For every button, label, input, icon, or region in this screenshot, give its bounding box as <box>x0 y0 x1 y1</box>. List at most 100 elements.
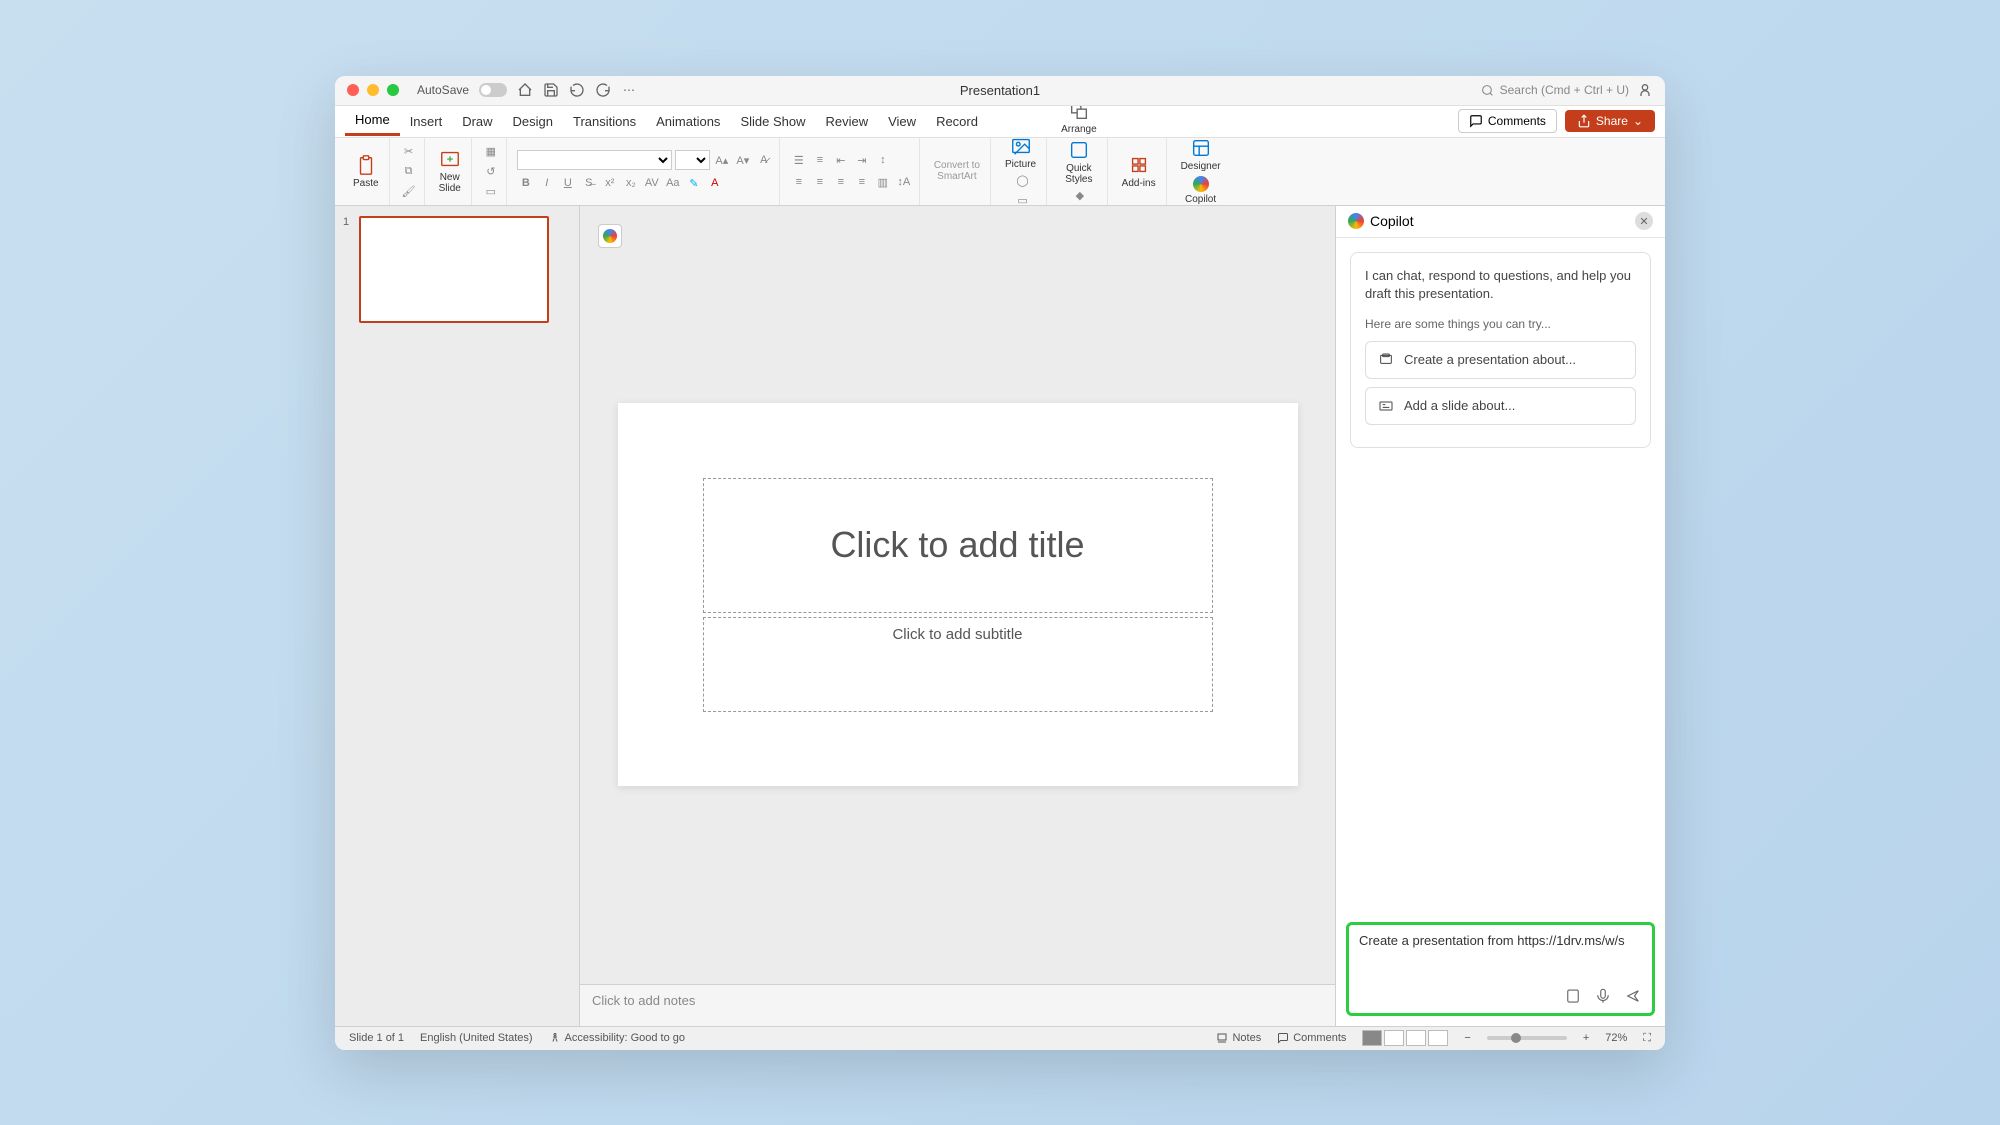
microphone-icon[interactable] <box>1594 987 1612 1005</box>
redo-icon[interactable] <box>595 82 611 98</box>
tab-insert[interactable]: Insert <box>400 108 453 135</box>
copilot-suggestion-add-slide[interactable]: Add a slide about... <box>1365 387 1636 425</box>
reset-icon[interactable]: ↺ <box>482 162 500 180</box>
attachment-icon[interactable] <box>1564 987 1582 1005</box>
slide-thumbnail[interactable]: 1 <box>343 216 571 323</box>
justify-button[interactable]: ≡ <box>853 173 871 191</box>
copilot-suggestion-create[interactable]: Create a presentation about... <box>1365 341 1636 379</box>
zoom-level[interactable]: 72% <box>1605 1032 1627 1044</box>
send-icon[interactable] <box>1624 987 1642 1005</box>
tab-record[interactable]: Record <box>926 108 988 135</box>
slide-counter: Slide 1 of 1 <box>349 1032 404 1044</box>
share-button[interactable]: Share ⌄ <box>1565 110 1655 132</box>
shape-fill-icon[interactable]: ◆ <box>1071 187 1089 205</box>
font-size-select[interactable] <box>675 150 710 170</box>
change-case-button[interactable]: Aa <box>664 174 682 192</box>
fit-to-window-button[interactable]: ⛶ <box>1643 1032 1651 1045</box>
tab-view[interactable]: View <box>878 108 926 135</box>
decrease-indent-button[interactable]: ⇤ <box>832 151 850 169</box>
copilot-ribbon-button[interactable]: Copilot <box>1181 174 1220 207</box>
zoom-out-button[interactable]: − <box>1464 1032 1470 1044</box>
clear-format-icon[interactable]: A̷ <box>755 151 773 169</box>
tab-review[interactable]: Review <box>815 108 878 135</box>
tab-draw[interactable]: Draw <box>452 108 502 135</box>
more-icon[interactable]: ⋯ <box>621 82 637 98</box>
search-box[interactable]: Search (Cmd + Ctrl + U) <box>1481 83 1629 97</box>
copilot-hint: Here are some things you can try... <box>1365 317 1636 331</box>
italic-button[interactable]: I <box>538 174 556 192</box>
slide[interactable]: Click to add title Click to add subtitle <box>618 403 1298 786</box>
zoom-slider[interactable] <box>1487 1036 1567 1040</box>
subscript-button[interactable]: x₂ <box>622 174 640 192</box>
highlight-button[interactable]: ✎ <box>685 174 703 192</box>
reading-view-button[interactable] <box>1406 1030 1426 1046</box>
ribbon: Paste ✂ ⧉ 🖌 New Slide ▦ ↺ ▭ <box>335 138 1665 206</box>
copy-icon[interactable]: ⧉ <box>400 162 418 180</box>
numbering-button[interactable]: ≡ <box>811 151 829 169</box>
comments-button[interactable]: Comments <box>1458 109 1557 133</box>
convert-smartart-button[interactable]: Convert to SmartArt <box>930 158 984 184</box>
home-icon[interactable] <box>517 82 533 98</box>
normal-view-button[interactable] <box>1362 1030 1382 1046</box>
language-indicator[interactable]: English (United States) <box>420 1032 533 1044</box>
increase-font-icon[interactable]: A▴ <box>713 151 731 169</box>
subtitle-placeholder[interactable]: Click to add subtitle <box>703 617 1213 712</box>
align-right-button[interactable]: ≡ <box>832 173 850 191</box>
columns-button[interactable]: ▥ <box>874 173 892 191</box>
notes-button[interactable]: Notes <box>1216 1032 1261 1044</box>
close-icon[interactable]: ✕ <box>1635 212 1653 230</box>
slideshow-view-button[interactable] <box>1428 1030 1448 1046</box>
save-icon[interactable] <box>543 82 559 98</box>
layout-icon[interactable]: ▦ <box>482 142 500 160</box>
section-icon[interactable]: ▭ <box>482 182 500 200</box>
increase-indent-button[interactable]: ⇥ <box>853 151 871 169</box>
font-family-select[interactable] <box>517 150 672 170</box>
decrease-font-icon[interactable]: A▾ <box>734 151 752 169</box>
addins-button[interactable]: Add-ins <box>1118 152 1160 191</box>
accessibility-status[interactable]: Accessibility: Good to go <box>549 1032 685 1044</box>
align-left-button[interactable]: ≡ <box>790 173 808 191</box>
copilot-input-box[interactable]: Create a presentation from https://1drv.… <box>1346 922 1655 1016</box>
main-content: 1 Click to add title Click to add subtit… <box>335 206 1665 1026</box>
line-spacing-button[interactable]: ↕ <box>874 151 892 169</box>
strike-button[interactable]: S̶ <box>580 174 598 192</box>
share-icon <box>1577 114 1591 128</box>
copilot-icon <box>1193 176 1209 192</box>
copilot-icon <box>1348 213 1364 229</box>
new-slide-button[interactable]: New Slide <box>435 146 465 196</box>
bold-button[interactable]: B <box>517 174 535 192</box>
tab-home[interactable]: Home <box>345 106 400 136</box>
spacing-button[interactable]: AV <box>643 174 661 192</box>
sorter-view-button[interactable] <box>1384 1030 1404 1046</box>
font-color-button[interactable]: A <box>706 174 724 192</box>
paste-button[interactable]: Paste <box>349 152 383 191</box>
bullets-button[interactable]: ☰ <box>790 151 808 169</box>
superscript-button[interactable]: x² <box>601 174 619 192</box>
tab-transitions[interactable]: Transitions <box>563 108 646 135</box>
tab-design[interactable]: Design <box>503 108 563 135</box>
cut-icon[interactable]: ✂ <box>400 142 418 160</box>
copilot-slide-badge[interactable] <box>598 224 622 248</box>
picture-button[interactable]: Picture <box>1001 133 1040 172</box>
undo-icon[interactable] <box>569 82 585 98</box>
maximize-window-button[interactable] <box>387 84 399 96</box>
title-placeholder[interactable]: Click to add title <box>703 478 1213 613</box>
align-center-button[interactable]: ≡ <box>811 173 829 191</box>
minimize-window-button[interactable] <box>367 84 379 96</box>
comments-status-button[interactable]: Comments <box>1277 1032 1346 1044</box>
autosave-toggle[interactable] <box>479 83 507 97</box>
document-title: Presentation1 <box>960 83 1040 98</box>
text-direction-button[interactable]: ↕A <box>895 173 913 191</box>
account-icon[interactable] <box>1637 82 1653 98</box>
designer-button[interactable]: Designer <box>1177 135 1225 174</box>
tab-slide-show[interactable]: Slide Show <box>730 108 815 135</box>
close-window-button[interactable] <box>347 84 359 96</box>
copilot-input[interactable]: Create a presentation from https://1drv.… <box>1359 933 1642 981</box>
quick-styles-button[interactable]: Quick Styles <box>1061 137 1096 187</box>
notes-pane[interactable]: Click to add notes <box>580 984 1335 1026</box>
underline-button[interactable]: U <box>559 174 577 192</box>
shapes-icon[interactable]: ◯ <box>1014 172 1032 190</box>
tab-animations[interactable]: Animations <box>646 108 730 135</box>
format-painter-icon[interactable]: 🖌 <box>400 182 418 200</box>
zoom-in-button[interactable]: + <box>1583 1032 1589 1044</box>
